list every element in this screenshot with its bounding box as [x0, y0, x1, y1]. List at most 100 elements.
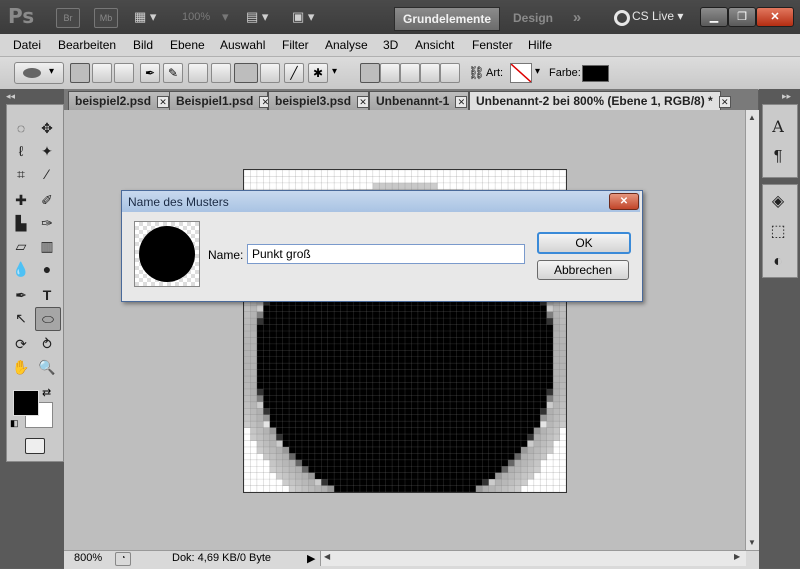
shape-layers-button[interactable]	[70, 63, 90, 83]
blur-tool-icon[interactable]: 💧	[9, 258, 33, 280]
exclude-overlapping-icon[interactable]	[440, 63, 460, 83]
menu-3d[interactable]: 3D	[383, 38, 398, 52]
cs-live-button[interactable]: CS Live ▾	[632, 9, 683, 23]
vertical-scrollbar[interactable]	[745, 110, 760, 550]
menu-hilfe[interactable]: Hilfe	[528, 38, 552, 52]
expand-panels-icon[interactable]: ▸▸	[782, 91, 791, 102]
healing-brush-icon[interactable]: ✚	[9, 189, 33, 211]
intersect-shape-areas-icon[interactable]	[420, 63, 440, 83]
crop-tool-icon[interactable]: ⌗	[9, 163, 33, 185]
bridge-button[interactable]: Br	[56, 8, 80, 28]
status-preview-icon[interactable]: ◔	[115, 552, 131, 566]
eraser-tool-icon[interactable]: ▱	[9, 235, 33, 257]
paths-button[interactable]	[92, 63, 112, 83]
status-zoom[interactable]: 800%	[74, 552, 102, 564]
menu-auswahl[interactable]: Auswahl	[220, 38, 265, 52]
menu-datei[interactable]: Datei	[13, 38, 41, 52]
pen-tool-icon[interactable]: ✒	[9, 284, 33, 306]
rectangle-shape-icon[interactable]	[188, 63, 208, 83]
workspace-design-button[interactable]: Design	[504, 7, 562, 29]
more-workspaces-icon[interactable]: »	[566, 7, 588, 29]
menu-bild[interactable]: Bild	[133, 38, 153, 52]
fill-pixels-button[interactable]	[114, 63, 134, 83]
menu-bearbeiten[interactable]: Bearbeiten	[58, 38, 116, 52]
gradient-tool-icon[interactable]: ▥	[35, 235, 59, 257]
tool-preset-picker[interactable]: ▾	[14, 62, 64, 84]
subtract-from-shape-area-icon[interactable]	[400, 63, 420, 83]
screen-mode-icon[interactable]: ▣ ▾	[292, 9, 314, 25]
3d-orbit-icon[interactable]: ⥁	[35, 333, 59, 355]
chevron-down-icon[interactable]: ▾	[535, 66, 540, 77]
dialog-close-button[interactable]: ✕	[609, 193, 639, 210]
quick-selection-icon[interactable]: ✦	[35, 140, 59, 162]
scroll-down-icon[interactable]: ▼	[748, 538, 756, 547]
zoom-dropdown-arrow-icon[interactable]: ▾	[222, 9, 229, 25]
freeform-pen-icon[interactable]: ✎	[163, 63, 183, 83]
menu-filter[interactable]: Filter	[282, 38, 309, 52]
tab-beispiel2[interactable]: beispiel2.psd ✕	[68, 91, 171, 110]
color-swatch[interactable]	[582, 65, 609, 82]
ellipse-tool-icon[interactable]: ⬭	[35, 307, 61, 331]
foreground-color-swatch[interactable]	[13, 390, 39, 416]
swap-colors-icon[interactable]: ⇄	[42, 386, 51, 399]
mini-bridge-button[interactable]: Mb	[94, 8, 118, 28]
paragraph-panel-icon[interactable]: ¶	[766, 145, 790, 169]
menu-ansicht[interactable]: Ansicht	[415, 38, 454, 52]
pen-tool-icon[interactable]: ✒	[140, 63, 160, 83]
arrange-documents-icon[interactable]: ▤ ▾	[246, 9, 268, 25]
adjustments-panel-icon[interactable]: ◐	[766, 250, 790, 274]
restore-button[interactable]: ❐	[728, 7, 756, 27]
custom-shape-icon[interactable]: ✱	[308, 63, 328, 83]
menu-analyse[interactable]: Analyse	[325, 38, 368, 52]
chevron-down-icon[interactable]: ▾	[332, 66, 337, 77]
dodge-tool-icon[interactable]: ●	[35, 258, 59, 280]
history-brush-icon[interactable]: ✑	[35, 212, 59, 234]
tab-unbenannt-1[interactable]: Unbenannt-1 ✕	[369, 91, 469, 110]
pattern-name-input[interactable]	[247, 244, 525, 264]
menu-fenster[interactable]: Fenster	[472, 38, 513, 52]
clone-stamp-icon[interactable]: ▙	[9, 212, 33, 234]
workspace-grundelemente-button[interactable]: Grundelemente	[394, 7, 500, 31]
zoom-tool-icon[interactable]: 🔍	[35, 356, 59, 378]
rounded-rectangle-icon[interactable]	[211, 63, 231, 83]
zoom-level-dropdown[interactable]: 100%	[182, 11, 210, 23]
add-to-shape-area-icon[interactable]	[380, 63, 400, 83]
scroll-up-icon[interactable]: ▲	[748, 113, 756, 122]
path-selection-icon[interactable]: ↖	[9, 307, 33, 329]
marquee-tool-icon[interactable]: ◌	[9, 117, 33, 139]
move-tool-icon[interactable]: ✥	[35, 117, 59, 139]
style-picker[interactable]	[510, 63, 532, 83]
tab-beispiel3[interactable]: beispiel3.psd ✕	[268, 91, 370, 110]
layers-panel-icon[interactable]: ◈	[766, 190, 790, 214]
hand-tool-icon[interactable]: ✋	[9, 356, 33, 378]
close-window-button[interactable]: ✕	[756, 7, 794, 27]
close-icon[interactable]: ✕	[718, 96, 731, 108]
scroll-right-icon[interactable]: ▶	[734, 552, 740, 561]
3d-rotate-icon[interactable]: ⟳	[9, 333, 33, 355]
line-shape-icon[interactable]: ╱	[284, 63, 304, 83]
view-extras-icon[interactable]: ▦ ▾	[134, 9, 156, 25]
link-icon[interactable]: ⛓	[468, 65, 485, 81]
scroll-left-icon[interactable]: ◀	[324, 552, 330, 561]
ellipse-shape-icon[interactable]	[234, 63, 258, 83]
lasso-tool-icon[interactable]: ℓ	[9, 140, 33, 162]
ok-button[interactable]: OK	[537, 232, 631, 254]
status-menu-arrow-icon[interactable]: ▶	[307, 552, 315, 565]
eyedropper-tool-icon[interactable]: ⁄	[35, 163, 59, 185]
default-colors-icon[interactable]: ◧	[10, 418, 19, 429]
character-panel-icon[interactable]: A	[766, 115, 790, 139]
minimize-button[interactable]: ▁	[700, 7, 728, 27]
close-icon[interactable]: ✕	[157, 96, 170, 108]
create-new-shape-layer-icon[interactable]	[360, 63, 380, 83]
tab-unbenannt-2[interactable]: Unbenannt-2 bei 800% (Ebene 1, RGB/8) * ✕	[469, 91, 731, 110]
type-tool-icon[interactable]: T	[35, 284, 59, 306]
collapse-tools-icon[interactable]: ◂◂	[6, 91, 15, 102]
brush-tool-icon[interactable]: ✐	[35, 189, 59, 211]
horizontal-scrollbar[interactable]	[320, 551, 746, 566]
close-icon[interactable]: ✕	[357, 96, 370, 108]
menu-ebene[interactable]: Ebene	[170, 38, 205, 52]
tab-beispiel1[interactable]: Beispiel1.psd ✕	[169, 91, 272, 110]
cancel-button[interactable]: Abbrechen	[537, 260, 629, 280]
polygon-shape-icon[interactable]	[260, 63, 280, 83]
close-icon[interactable]: ✕	[455, 96, 468, 108]
